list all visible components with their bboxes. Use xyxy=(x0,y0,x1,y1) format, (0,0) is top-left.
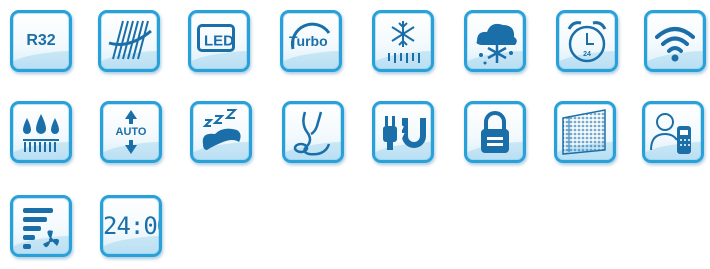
plug-magnet-icon xyxy=(372,101,434,163)
digital-clock-icon: 24:00 xyxy=(100,195,162,257)
remote-control-user-icon xyxy=(642,101,704,163)
snow-cloud-icon xyxy=(464,10,526,72)
flexible-hose-icon xyxy=(282,101,344,163)
lock-icon xyxy=(464,101,526,163)
led-label: LED xyxy=(204,32,234,50)
air-filter-icon xyxy=(554,101,616,163)
auto-mode-icon: AUTO xyxy=(100,101,162,163)
louver-airflow-icon xyxy=(98,10,160,72)
auto-label: AUTO xyxy=(115,126,147,138)
snowflake-frost-icon xyxy=(372,10,434,72)
led-display-icon: LED xyxy=(188,10,250,72)
wifi-icon xyxy=(644,10,706,72)
dehumidify-drops-icon xyxy=(10,101,72,163)
r32-refrigerant-icon: R32 xyxy=(10,10,72,72)
sleep-mode-icon xyxy=(190,101,252,163)
turbo-mode-icon: Turbo xyxy=(280,10,342,72)
turbo-label: Turbo xyxy=(289,33,328,49)
r32-label: R32 xyxy=(26,32,56,49)
alarm-clock-timer-icon: 24 xyxy=(556,10,618,72)
fan-speed-icon xyxy=(10,195,72,257)
clock-label: 24:00 xyxy=(103,212,159,240)
timer-label: 24 xyxy=(583,51,591,58)
